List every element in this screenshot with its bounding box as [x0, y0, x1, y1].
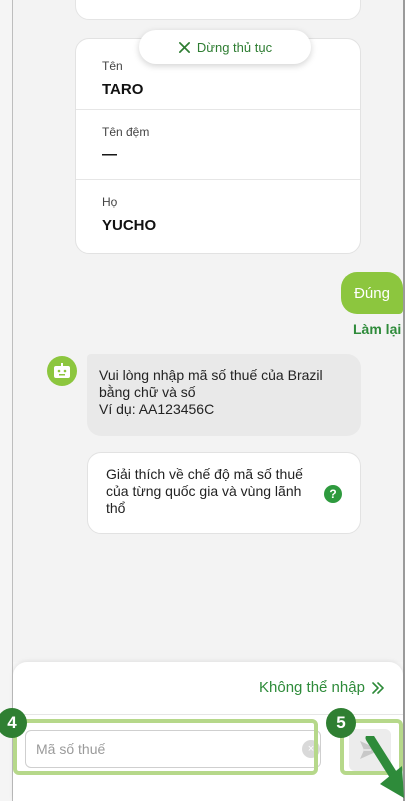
clear-input-button[interactable]: ×	[302, 740, 320, 758]
bot-avatar	[47, 356, 77, 386]
bot-icon	[54, 363, 70, 378]
previous-message-card	[75, 0, 361, 20]
name-confirmation-card: Tên TARO Tên đệm — Họ YUCHO	[75, 38, 361, 254]
bot-message-line3: Ví dụ: AA123456C	[99, 401, 215, 417]
stop-procedure-label: Dừng thủ tục	[196, 39, 273, 55]
double-chevron-right-icon	[372, 681, 384, 694]
info-card-text: Giải thích về chế độ mã số thuế của từng…	[106, 466, 303, 516]
last-name-label: Họ	[102, 195, 118, 209]
cannot-enter-label: Không thể nhập	[259, 679, 365, 696]
name-row-middle: Tên đệm —	[76, 109, 360, 179]
redo-link[interactable]: Làm lại	[353, 321, 401, 337]
bot-message-line1: Vui lòng nhập mã số thuế của Brazil	[99, 367, 323, 383]
tax-number-field[interactable]: ×	[25, 730, 321, 768]
middle-name-label: Tên đệm	[102, 125, 150, 139]
chat-area: Tên TARO Tên đệm — Họ YUCHO Dừng thủ tục…	[13, 0, 403, 662]
cannot-enter-link[interactable]: Không thể nhập	[259, 679, 385, 696]
bot-message-bubble: Vui lòng nhập mã số thuế của Brazil bằng…	[87, 354, 361, 436]
name-row-last: Họ YUCHO	[76, 179, 360, 249]
last-name-value: YUCHO	[102, 217, 157, 234]
help-icon: ?	[324, 485, 342, 503]
bot-message-line2: bằng chữ và số	[99, 384, 196, 400]
first-name-value: TARO	[102, 81, 144, 98]
step-badge-5: 5	[326, 708, 356, 738]
tax-number-input[interactable]	[36, 738, 296, 760]
close-icon	[178, 41, 190, 53]
pointer-arrow-icon	[365, 736, 404, 798]
tax-regime-info-card[interactable]: Giải thích về chế độ mã số thuế của từng…	[87, 452, 361, 534]
user-answer-bubble: Đúng	[341, 272, 403, 314]
stop-procedure-button[interactable]: Dừng thủ tục	[139, 30, 311, 64]
middle-name-value: —	[102, 146, 117, 163]
first-name-label: Tên	[102, 59, 123, 73]
